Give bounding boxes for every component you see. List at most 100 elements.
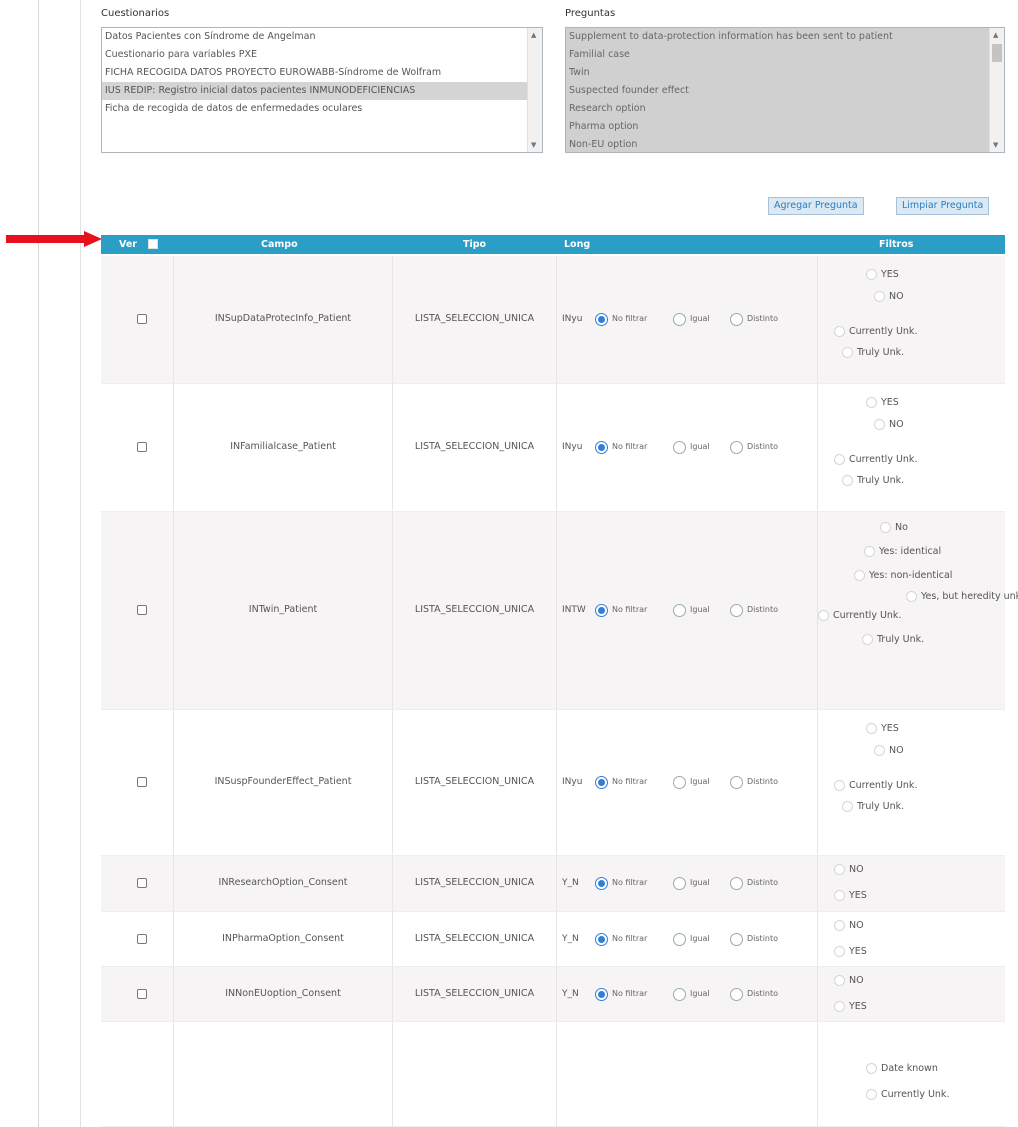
radio-different[interactable]	[730, 776, 743, 789]
questionnaire-item[interactable]: FICHA RECOGIDA DATOS PROYECTO EUROWABB-S…	[102, 64, 542, 82]
option-radio[interactable]	[834, 946, 845, 957]
filter-option[interactable]: YES	[866, 269, 899, 283]
scroll-up-icon[interactable]: ▲	[993, 31, 998, 39]
row-checkbox[interactable]	[137, 878, 147, 888]
option-radio[interactable]	[866, 269, 877, 280]
option-radio[interactable]	[834, 890, 845, 901]
questionnaires-listbox[interactable]: Datos Pacientes con Síndrome de Angelman…	[101, 27, 543, 153]
filter-option[interactable]: YES	[866, 397, 899, 411]
radio-no-filter[interactable]	[595, 441, 608, 454]
row-checkbox[interactable]	[137, 605, 147, 615]
radio-equal[interactable]	[673, 441, 686, 454]
option-radio[interactable]	[864, 546, 875, 557]
radio-different[interactable]	[730, 441, 743, 454]
option-radio[interactable]	[862, 634, 873, 645]
questions-scrollbar[interactable]: ▲ ▼	[989, 28, 1004, 152]
row-checkbox[interactable]	[137, 934, 147, 944]
option-radio[interactable]	[906, 591, 917, 602]
option-radio[interactable]	[874, 745, 885, 756]
question-item[interactable]: Twin	[566, 64, 1004, 82]
option-radio[interactable]	[874, 291, 885, 302]
option-radio[interactable]	[842, 475, 853, 486]
questionnaire-item[interactable]: Datos Pacientes con Síndrome de Angelman	[102, 28, 542, 46]
filter-option[interactable]: YES	[866, 723, 899, 737]
filter-option[interactable]: Truly Unk.	[842, 801, 904, 815]
questionnaire-item[interactable]: IUS REDIP: Registro inicial datos pacien…	[102, 82, 542, 100]
scroll-up-icon[interactable]: ▲	[531, 31, 536, 39]
filter-option[interactable]: YES	[834, 946, 867, 960]
scroll-thumb[interactable]	[992, 44, 1002, 62]
question-item[interactable]: Pharma option	[566, 118, 1004, 136]
questions-listbox[interactable]: Supplement to data-protection informatio…	[565, 27, 1005, 153]
filter-option[interactable]: No	[880, 522, 908, 536]
row-checkbox[interactable]	[137, 314, 147, 324]
option-radio[interactable]	[818, 610, 829, 621]
select-all-checkbox[interactable]	[148, 239, 158, 249]
filter-option[interactable]: Currently Unk.	[834, 780, 917, 794]
questionnaires-scrollbar[interactable]: ▲ ▼	[527, 28, 542, 152]
radio-equal[interactable]	[673, 604, 686, 617]
filter-option[interactable]: Currently Unk.	[834, 454, 917, 468]
option-radio[interactable]	[834, 326, 845, 337]
question-item[interactable]: Non-EU option	[566, 136, 1004, 152]
radio-different[interactable]	[730, 313, 743, 326]
option-radio[interactable]	[834, 975, 845, 986]
radio-different[interactable]	[730, 988, 743, 1001]
filter-option[interactable]: NO	[874, 745, 904, 759]
radio-equal[interactable]	[673, 988, 686, 1001]
option-radio[interactable]	[866, 723, 877, 734]
scroll-down-icon[interactable]: ▼	[531, 141, 536, 149]
clear-question-button[interactable]: Limpiar Pregunta	[896, 197, 990, 215]
radio-no-filter[interactable]	[595, 877, 608, 890]
option-radio[interactable]	[834, 864, 845, 875]
option-radio[interactable]	[834, 780, 845, 791]
radio-different[interactable]	[730, 933, 743, 946]
option-radio[interactable]	[842, 801, 853, 812]
option-radio[interactable]	[834, 1001, 845, 1012]
radio-no-filter[interactable]	[595, 776, 608, 789]
filter-option[interactable]: Yes, but heredity unknown	[906, 591, 1018, 605]
filter-option[interactable]: Currently Unk.	[866, 1089, 949, 1103]
row-checkbox[interactable]	[137, 989, 147, 999]
option-radio[interactable]	[866, 1089, 877, 1100]
question-item[interactable]: Research option	[566, 100, 1004, 118]
option-radio[interactable]	[866, 1063, 877, 1074]
option-radio[interactable]	[880, 522, 891, 533]
row-checkbox[interactable]	[137, 777, 147, 787]
filter-option[interactable]: Date known	[866, 1063, 938, 1077]
filter-option[interactable]: Currently Unk.	[834, 326, 917, 340]
radio-no-filter[interactable]	[595, 933, 608, 946]
filter-option[interactable]: Truly Unk.	[842, 347, 904, 361]
radio-different[interactable]	[730, 604, 743, 617]
question-item[interactable]: Familial case	[566, 46, 1004, 64]
question-item[interactable]: Suspected founder effect	[566, 82, 1004, 100]
filter-option[interactable]: NO	[834, 975, 864, 989]
option-radio[interactable]	[834, 454, 845, 465]
option-radio[interactable]	[866, 397, 877, 408]
questionnaire-item[interactable]: Cuestionario para variables PXE	[102, 46, 542, 64]
option-radio[interactable]	[874, 419, 885, 430]
filter-option[interactable]: Currently Unk.	[818, 610, 901, 624]
filter-option[interactable]: Yes: identical	[864, 546, 941, 560]
filter-option[interactable]: Truly Unk.	[862, 634, 924, 648]
filter-option[interactable]: NO	[874, 419, 904, 433]
option-radio[interactable]	[854, 570, 865, 581]
question-item[interactable]: Supplement to data-protection informatio…	[566, 28, 1004, 46]
filter-option[interactable]: YES	[834, 890, 867, 904]
filter-option[interactable]: Truly Unk.	[842, 475, 904, 489]
filter-option[interactable]: Yes: non-identical	[854, 570, 952, 584]
radio-equal[interactable]	[673, 776, 686, 789]
radio-no-filter[interactable]	[595, 313, 608, 326]
questionnaire-item[interactable]: Ficha de recogida de datos de enfermedad…	[102, 100, 542, 118]
option-radio[interactable]	[834, 920, 845, 931]
radio-equal[interactable]	[673, 313, 686, 326]
add-question-button[interactable]: Agregar Pregunta	[768, 197, 864, 215]
radio-equal[interactable]	[673, 877, 686, 890]
row-checkbox[interactable]	[137, 442, 147, 452]
option-radio[interactable]	[842, 347, 853, 358]
radio-no-filter[interactable]	[595, 604, 608, 617]
scroll-down-icon[interactable]: ▼	[993, 141, 998, 149]
filter-option[interactable]: NO	[834, 920, 864, 934]
filter-option[interactable]: YES	[834, 1001, 867, 1015]
radio-different[interactable]	[730, 877, 743, 890]
